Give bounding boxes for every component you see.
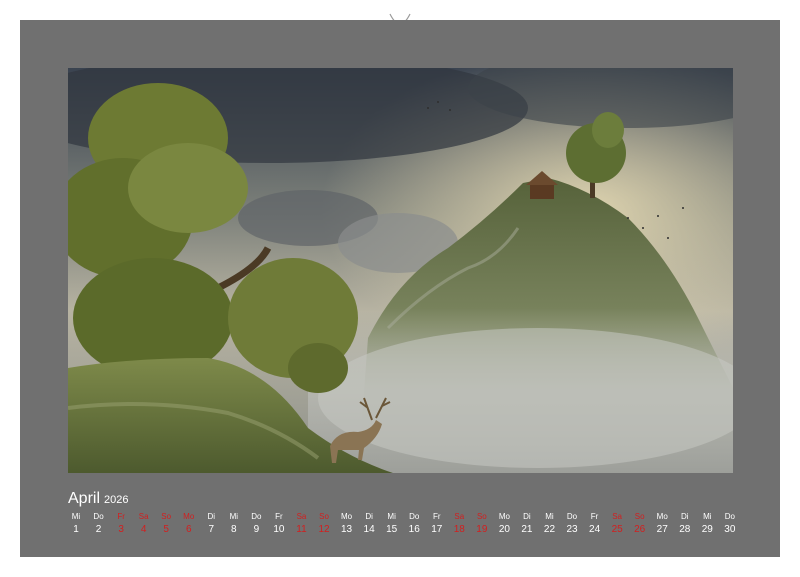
- date-cell: 25: [611, 524, 623, 535]
- weekday-label: Do: [409, 512, 420, 521]
- date-cell: 22: [543, 524, 556, 535]
- weekday-label: Sa: [138, 512, 149, 521]
- month-year: 2026: [104, 494, 129, 506]
- date-cell: 7: [208, 524, 215, 535]
- weekday-label: Mi: [71, 512, 81, 521]
- weekday-label: Fr: [432, 512, 441, 521]
- date-cell: 2: [95, 524, 102, 535]
- weekday-label: Di: [207, 512, 216, 521]
- date-row: 1 2 3 4 5 6 7 8 9 10 11 12 13 14 15 16 17 18 19 20 21 22 23 24 2…: [65, 524, 741, 535]
- weekday-label: Mi: [703, 512, 712, 521]
- weekday-label: Mo: [656, 512, 668, 521]
- date-cell: 6: [185, 524, 192, 535]
- date-cell: 20: [498, 524, 510, 535]
- month-heading: April 2026: [68, 490, 129, 508]
- date-cell: 1: [73, 524, 79, 535]
- weekday-label: Mi: [229, 512, 239, 521]
- date-cell: 8: [231, 524, 237, 535]
- date-cell: 27: [656, 524, 668, 535]
- date-cell: 14: [363, 524, 375, 535]
- date-cell: 24: [589, 524, 601, 535]
- date-cell: 9: [253, 524, 260, 535]
- date-cell: 19: [476, 524, 488, 535]
- weekday-label: Mi: [387, 512, 396, 521]
- weekday-label: Di: [365, 512, 373, 521]
- weekday-label: Di: [523, 512, 531, 521]
- weekday-label: So: [161, 512, 172, 521]
- weekday-label: Sa: [612, 512, 623, 521]
- date-cell: 10: [273, 524, 285, 535]
- date-cell: 23: [566, 524, 578, 535]
- weekday-label: Fr: [117, 512, 125, 521]
- weekday-label: Fr: [275, 512, 283, 521]
- date-cell: 16: [408, 524, 420, 535]
- date-cell: 4: [140, 524, 147, 535]
- date-cell: 12: [318, 524, 330, 535]
- date-cell: 17: [431, 524, 443, 535]
- month-name: April: [68, 490, 101, 507]
- weekday-label: So: [634, 512, 645, 521]
- date-cell: 26: [634, 524, 646, 535]
- weekday-label: Fr: [590, 512, 599, 521]
- weekday-label: Mo: [498, 512, 510, 521]
- weekday-label: Do: [566, 512, 578, 521]
- weekday-row: Mi Do Fr Sa So Mo Di Mi Do Fr Sa So Mo Di Mi Do Fr Sa So Mo…: [65, 512, 741, 521]
- day-grid: Mi Do Fr Sa So Mo Di Mi Do Fr Sa So Mo Di Mi Do Fr Sa So Mo…: [65, 512, 741, 535]
- weekday-label: So: [476, 512, 487, 521]
- date-cell: 11: [296, 524, 307, 535]
- date-cell: 30: [724, 524, 736, 535]
- weekday-label: So: [319, 512, 329, 521]
- calendar-sheet: April 2026 Mi Do Fr Sa So Mo Di Mi Do Fr Sa So Mo Di M…: [20, 20, 780, 557]
- weekday-label: Do: [251, 512, 262, 521]
- weekday-label: Do: [93, 512, 104, 521]
- weekday-label: Mo: [341, 512, 353, 521]
- date-cell: 3: [118, 524, 124, 535]
- date-cell: 13: [341, 524, 353, 535]
- weekday-label: Do: [724, 512, 735, 521]
- weekday-label: Sa: [296, 512, 307, 521]
- weekday-label: Mo: [183, 512, 195, 521]
- weekday-label: Di: [680, 512, 689, 521]
- date-cell: 29: [701, 524, 713, 535]
- landscape-photo: [68, 68, 733, 473]
- date-cell: 21: [521, 524, 533, 535]
- weekday-label: Mi: [545, 512, 554, 521]
- date-cell: 28: [679, 524, 691, 535]
- date-cell: 15: [386, 524, 398, 535]
- date-cell: 5: [163, 524, 169, 535]
- date-cell: 18: [453, 524, 465, 535]
- weekday-label: Sa: [454, 512, 465, 521]
